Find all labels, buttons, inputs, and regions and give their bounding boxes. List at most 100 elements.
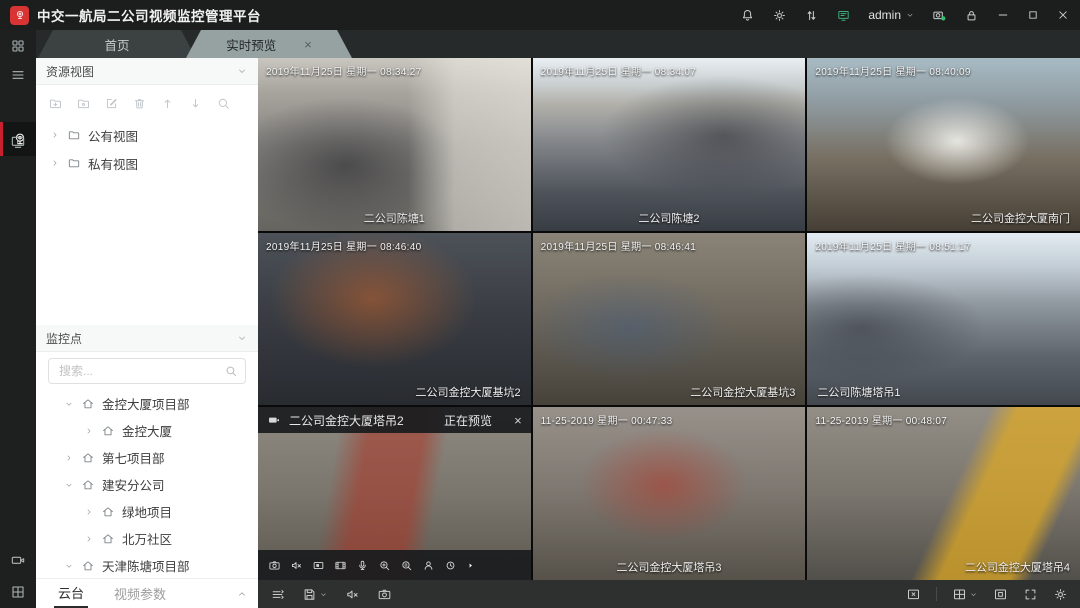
preview-header: 二公司金控大厦塔吊2 正在预览 × [258, 407, 531, 433]
data-swap-icon[interactable] [804, 8, 819, 23]
tree-item[interactable]: 天津陈塘项目部 [36, 552, 258, 579]
timestamp-overlay: 2019年11月25日 星期一 08:46:40 [266, 238, 421, 253]
layout-menu[interactable] [952, 587, 978, 602]
tree-item[interactable]: 建安分公司 [36, 471, 258, 498]
video-tile-5[interactable]: 2019年11月25日 星期一 08:46:41 二公司金控大厦基坑3 [533, 233, 806, 406]
tree-item[interactable]: 第七项目部 [36, 444, 258, 471]
chevron-right-icon[interactable] [84, 507, 94, 517]
site-icon [81, 478, 95, 492]
delete-icon[interactable] [132, 96, 147, 111]
logo-camera-icon [14, 9, 26, 21]
menu-icon[interactable] [10, 67, 26, 83]
chevron-right-icon[interactable] [50, 158, 60, 168]
username: admin [868, 8, 901, 22]
maximize-icon[interactable] [1026, 8, 1040, 22]
apps-icon[interactable] [10, 38, 26, 54]
close-icon[interactable] [1056, 8, 1070, 22]
title-bar: 中交一航局二公司视频监控管理平台 admin [0, 0, 1080, 30]
close-all-icon[interactable] [906, 587, 921, 602]
video-icon[interactable] [334, 559, 347, 572]
move-up-icon[interactable] [160, 96, 175, 111]
folder-icon [67, 128, 81, 142]
chevron-right-icon[interactable] [50, 130, 60, 140]
chevron-right-icon[interactable] [84, 426, 94, 436]
tab-home[interactable]: 首页 [38, 30, 196, 58]
user-menu[interactable]: admin [868, 8, 915, 22]
preset-icon[interactable] [422, 559, 435, 572]
timestamp-overlay: 2019年11月25日 星期一 08:51:17 [815, 238, 970, 253]
video-tile-6[interactable]: 2019年11月25日 星期一 08:51:17 二公司陈塘塔吊1 [807, 233, 1080, 406]
zoom-in-icon[interactable] [378, 559, 391, 572]
tab-video-params[interactable]: 视频参数 [114, 579, 166, 608]
titlebar-actions: admin [740, 8, 1070, 23]
chevron-down-icon[interactable] [64, 561, 74, 571]
edit-icon[interactable] [104, 96, 119, 111]
video-call-icon[interactable] [10, 552, 26, 568]
tree-item-public-views[interactable]: 公有视图 [36, 121, 258, 149]
wall-add-icon[interactable] [10, 584, 26, 600]
minimize-icon[interactable] [996, 8, 1010, 22]
ptz-tab-bar: 云台 视频参数 [36, 578, 258, 608]
search-icon[interactable] [216, 96, 231, 111]
chevron-right-icon[interactable] [84, 534, 94, 544]
search-icon[interactable] [224, 364, 238, 378]
search-input[interactable] [48, 358, 246, 384]
video-tile-2[interactable]: 2019年11月25日 星期一 08:34:07 二公司陈塘2 [533, 58, 806, 231]
stream-icon[interactable] [270, 587, 285, 602]
tree-item[interactable]: 金控大厦 [36, 417, 258, 444]
mute-icon[interactable] [345, 587, 360, 602]
tree-item[interactable]: 金控大厦项目部 [36, 390, 258, 417]
record-icon[interactable] [312, 559, 325, 572]
timestamp-overlay: 2019年11月25日 星期一 08:34:07 [541, 63, 696, 78]
layout-grid-icon [952, 587, 967, 602]
tab-ptz[interactable]: 云台 [54, 579, 88, 608]
add-view-icon[interactable] [76, 96, 91, 111]
camera-label: 二公司金控大厦基坑3 [690, 384, 795, 400]
camera-status-icon[interactable] [932, 8, 947, 23]
site-icon [101, 505, 115, 519]
zoom-3d-icon[interactable] [400, 559, 413, 572]
mic-icon[interactable] [356, 559, 369, 572]
video-tile-3[interactable]: 2019年11月25日 星期一 08:40:09 二公司金控大厦南门 [807, 58, 1080, 231]
tree-item-label: 金控大厦 [122, 421, 172, 440]
timestamp-overlay: 11-25-2019 星期一 00:47:33 [541, 412, 673, 427]
tab-live-preview[interactable]: 实时预览 × [186, 30, 352, 58]
tree-item[interactable]: 绿地项目 [36, 498, 258, 525]
chevron-down-icon[interactable] [64, 480, 74, 490]
save-menu[interactable] [302, 587, 328, 602]
resource-view-header[interactable]: 资源视图 [36, 58, 258, 85]
mute-icon[interactable] [290, 559, 303, 572]
tab-close-icon[interactable]: × [304, 37, 312, 52]
more-icon[interactable] [466, 561, 475, 570]
move-down-icon[interactable] [188, 96, 203, 111]
video-tile-7-selected[interactable]: 二公司金控大厦塔吊2 正在预览 × [258, 407, 531, 580]
settings-icon[interactable] [1053, 587, 1068, 602]
add-group-icon[interactable] [48, 96, 63, 111]
snapshot-icon[interactable] [268, 559, 281, 572]
video-tile-8[interactable]: 11-25-2019 星期一 00:47:33 二公司金控大厦塔吊3 [533, 407, 806, 580]
tree-item-private-views[interactable]: 私有视图 [36, 149, 258, 177]
chevron-down-icon[interactable] [64, 399, 74, 409]
snapshot-icon[interactable] [377, 587, 392, 602]
cruise-icon[interactable] [444, 559, 457, 572]
chevron-up-icon[interactable] [236, 588, 248, 600]
preview-camera-name: 二公司金控大厦塔吊2 [289, 412, 404, 429]
close-preview-icon[interactable]: × [514, 413, 522, 428]
single-screen-icon[interactable] [993, 587, 1008, 602]
video-tile-1[interactable]: 2019年11月25日 星期一 08:34:27 二公司陈塘1 [258, 58, 531, 231]
monitor-points-header[interactable]: 监控点 [36, 325, 258, 352]
camera-label: 二公司陈塘塔吊1 [817, 384, 900, 400]
live-monitor-icon[interactable] [836, 8, 851, 23]
fullscreen-icon[interactable] [1023, 587, 1038, 602]
playback-icon[interactable] [10, 134, 26, 150]
video-tile-9[interactable]: 11-25-2019 星期一 00:48:07 二公司金控大厦塔吊4 [807, 407, 1080, 580]
site-icon [81, 559, 95, 573]
settings-icon[interactable] [772, 8, 787, 23]
bell-icon[interactable] [740, 8, 755, 23]
tree-item[interactable]: 北万社区 [36, 525, 258, 552]
lock-icon[interactable] [964, 8, 979, 23]
tree-item-label: 天津陈塘项目部 [102, 556, 190, 575]
chevron-right-icon[interactable] [64, 453, 74, 463]
video-tile-4[interactable]: 2019年11月25日 星期一 08:46:40 二公司金控大厦基坑2 [258, 233, 531, 406]
monitor-points-section: 监控点 金控大厦项目部 金控大厦 [36, 325, 258, 579]
